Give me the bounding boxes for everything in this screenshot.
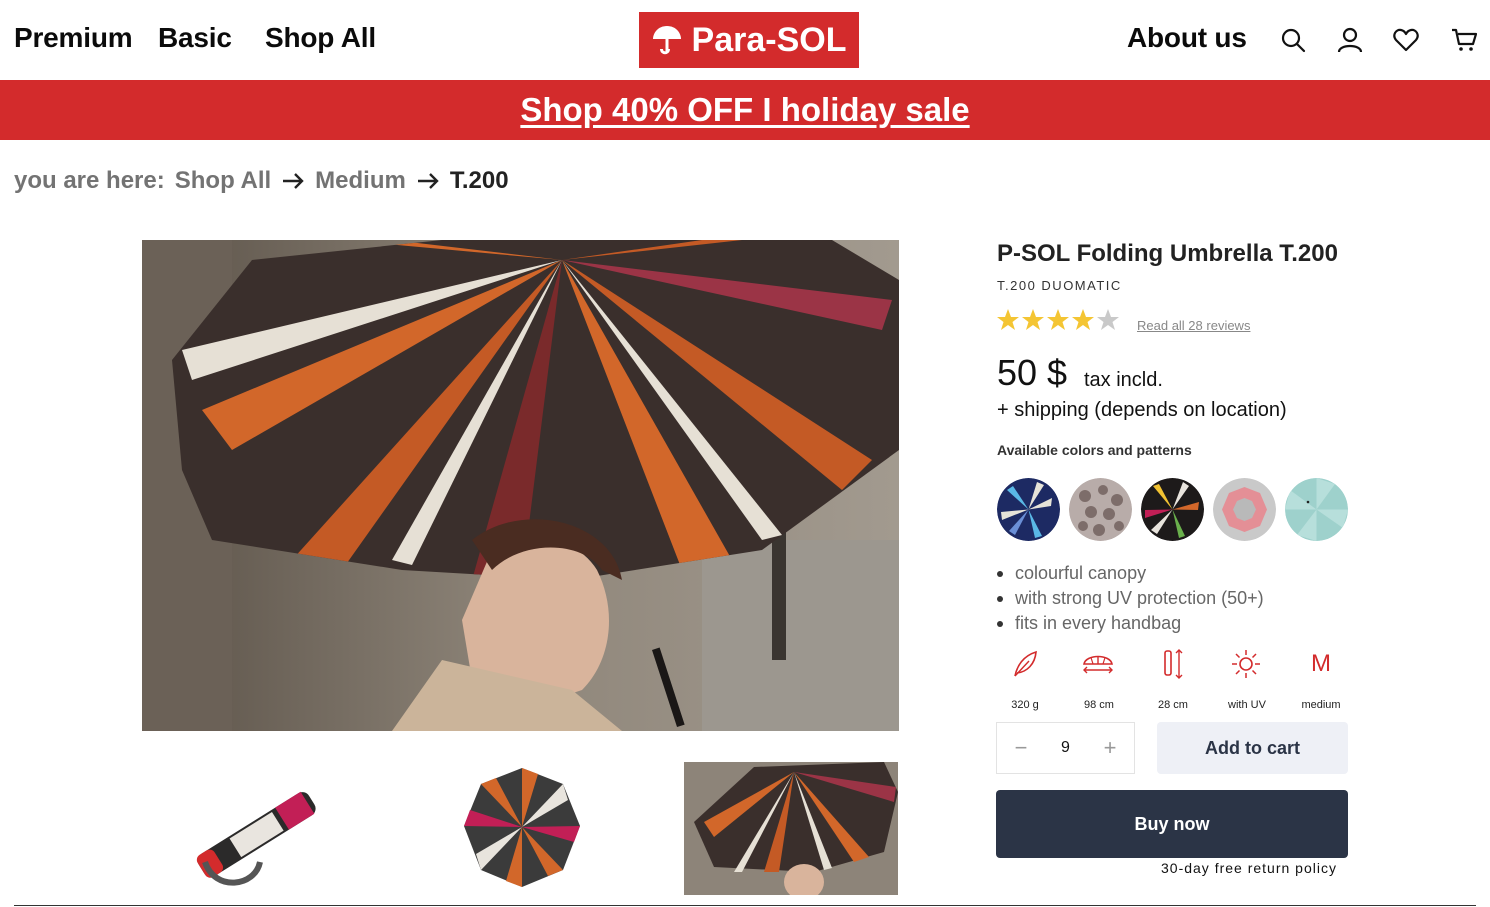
product-price: 50 $ — [997, 352, 1068, 393]
arrow-right-icon — [283, 173, 304, 189]
star-filled-icon — [1072, 309, 1094, 330]
quantity-value[interactable]: 9 — [1061, 739, 1070, 757]
product-title: P-SOL Folding Umbrella T.200 — [997, 240, 1338, 267]
read-reviews-link[interactable]: Read all 28 reviews — [1137, 318, 1250, 333]
buy-now-button[interactable]: Buy now — [996, 790, 1348, 858]
sun-uv-icon — [1232, 650, 1260, 678]
arrow-right-icon — [417, 173, 439, 189]
nav-about-us[interactable]: About us — [1127, 22, 1247, 54]
search-icon[interactable] — [1280, 27, 1306, 53]
star-empty-icon — [1097, 309, 1119, 330]
thumbnail-folded[interactable] — [185, 762, 325, 895]
heart-icon[interactable] — [1393, 27, 1419, 53]
spec-size: medium — [1301, 699, 1341, 711]
nav-premium[interactable]: Premium — [14, 22, 133, 54]
cart-icon[interactable] — [1451, 27, 1477, 53]
nav-shop-all[interactable]: Shop All — [265, 22, 376, 54]
star-filled-icon — [997, 309, 1019, 330]
spec-folded-length: 28 cm — [1158, 699, 1188, 711]
sale-banner: Shop 40% OFF I holiday sale — [0, 80, 1490, 140]
size-m-icon: M — [1311, 650, 1331, 677]
quantity-increase-button[interactable]: + — [1098, 736, 1122, 760]
breadcrumb-current: T.200 — [449, 167, 509, 194]
color-swatch-grey-dots[interactable] — [1069, 478, 1132, 541]
product-model: T.200 DUOMATIC — [997, 278, 1122, 293]
breadcrumb-medium[interactable]: Medium — [315, 167, 406, 195]
add-to-cart-button[interactable]: Add to cart — [1157, 722, 1348, 774]
user-icon[interactable] — [1337, 27, 1363, 53]
folded-length-icon — [1164, 649, 1183, 679]
divider — [14, 905, 1476, 906]
quantity-stepper: − 9 + — [996, 722, 1135, 774]
quantity-decrease-button[interactable]: − — [1009, 736, 1033, 760]
spec-weight: 320 g — [1011, 699, 1039, 711]
color-swatch-dark-multicolor[interactable] — [1141, 478, 1204, 541]
thumbnail-canopy-top[interactable] — [458, 762, 586, 895]
star-rating — [996, 308, 1121, 332]
star-filled-icon — [1022, 309, 1044, 330]
feather-weight-icon — [1014, 650, 1037, 677]
return-policy-note: 30-day free return policy — [1161, 860, 1337, 876]
sale-banner-link[interactable]: Shop 40% OFF I holiday sale — [520, 91, 969, 129]
breadcrumb-prefix: you are here: — [14, 167, 165, 194]
product-main-image — [142, 240, 899, 731]
feature-item: with strong UV protection (50+) — [997, 586, 1264, 611]
umbrella-logo-icon — [652, 26, 681, 55]
umbrella-diameter-icon — [1083, 655, 1113, 674]
site-header: Premium Basic Shop All Para-SOL About us — [0, 0, 1490, 80]
feature-item: colourful canopy — [997, 561, 1264, 586]
spec-uv: with UV — [1228, 699, 1266, 711]
colors-label: Available colors and patterns — [997, 442, 1192, 458]
nav-basic[interactable]: Basic — [158, 22, 232, 54]
color-swatch-blue-pattern[interactable] — [997, 478, 1060, 541]
spec-diameter: 98 cm — [1084, 699, 1114, 711]
brand-logo[interactable]: Para-SOL — [639, 12, 859, 68]
feature-item: fits in every handbag — [997, 611, 1264, 636]
tax-note: tax incld. — [1084, 369, 1163, 391]
breadcrumb: you are here: Shop All Medium T.200 — [14, 167, 509, 195]
color-swatch-grey-pink[interactable] — [1213, 478, 1276, 541]
star-filled-icon — [1047, 309, 1069, 330]
color-swatch-mint[interactable] — [1285, 478, 1348, 541]
thumbnail-lifestyle[interactable] — [684, 762, 898, 895]
breadcrumb-shop-all[interactable]: Shop All — [175, 167, 271, 195]
logo-text: Para-SOL — [691, 20, 847, 59]
feature-list: colourful canopy with strong UV protecti… — [997, 561, 1264, 636]
shipping-note: + shipping (depends on location) — [997, 399, 1287, 421]
